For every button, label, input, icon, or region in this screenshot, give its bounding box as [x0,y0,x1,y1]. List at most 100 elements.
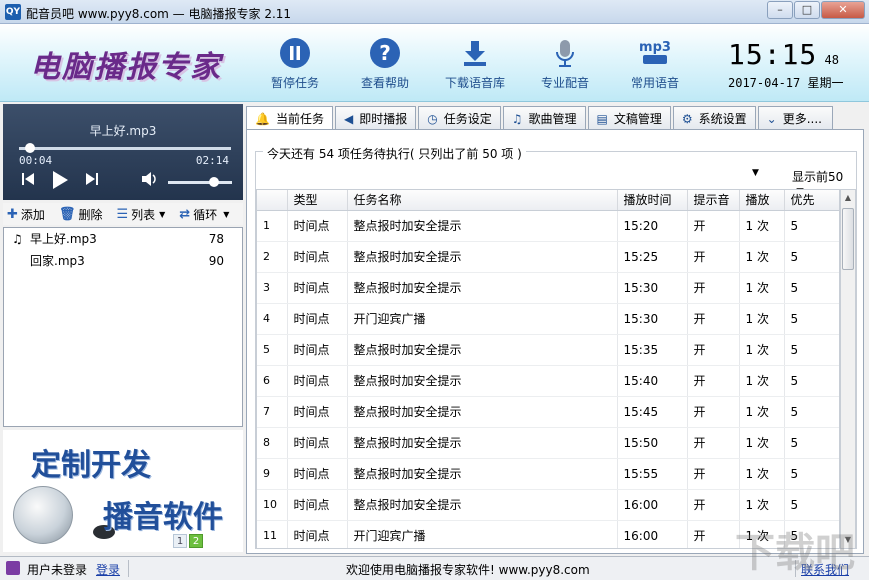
task-chime: 开 [687,489,740,521]
column-header[interactable]: 提示音 [687,190,740,211]
table-row[interactable]: 4 时间点 开门迎宾广播 15:30 开 1 次5 [257,303,839,335]
tab-bar: 🔔 当前任务 ◀ 即时播报 ◷ 任务设定 ♫ 歌曲管理 ▤ 文稿管理 ⚙ 系统设置 ⌄ 更多.… [246,106,835,131]
task-play-time: 15:30 [617,303,688,335]
progress-bar[interactable] [19,143,231,153]
tab-task-settings[interactable]: ◷ 任务设定 [418,106,501,130]
common-voice-button[interactable]: mp3 常用语音 [610,36,700,91]
tab-document-management[interactable]: ▤ 文稿管理 [587,106,671,130]
tab-song-management[interactable]: ♫ 歌曲管理 [502,106,586,130]
task-type: 时间点 [287,365,348,397]
task-index: 5 [257,334,288,366]
column-header[interactable]: 播放时间 [617,190,688,211]
mp3-icon-text: mp3 [639,40,671,55]
minimize-button[interactable]: – [767,1,793,19]
window-controls: – □ ✕ [766,1,865,19]
list-button[interactable]: ☰ 列表 ▼ [116,206,165,223]
view-help-label: 查看帮助 [360,76,409,90]
task-play-count: 1 次 [739,365,785,397]
task-chime: 开 [687,458,740,490]
restore-button[interactable]: □ [794,1,820,19]
task-index: 8 [257,427,288,459]
task-type: 时间点 [287,210,348,242]
task-play-count: 1 次 [739,272,785,304]
table-row[interactable]: 5 时间点 整点报时加安全提示 15:35 开 1 次5 [257,334,839,366]
task-play-time: 16:00 [617,489,688,521]
task-priority: 5 [784,427,839,459]
loop-button[interactable]: ⇄ 循环 ▼ [179,206,229,223]
tab-label: 任务设定 [443,111,492,126]
promo-page-2[interactable]: 2 [189,534,203,548]
column-header[interactable] [257,190,288,211]
close-button[interactable]: ✕ [821,1,865,19]
playlist-item[interactable]: 回家.mp3 90 [4,250,242,272]
pro-dubbing-button[interactable]: 专业配音 [520,36,610,91]
scroll-thumb[interactable] [842,208,854,270]
delete-button[interactable]: 🗑 删除 [59,206,103,223]
table-row[interactable]: 10 时间点 整点报时加安全提示 16:00 开 1 次5 [257,489,839,521]
task-name: 整点报时加安全提示 [347,272,618,304]
task-play-count: 1 次 [739,303,785,335]
column-header[interactable]: 优先 [784,190,839,211]
pause-icon [278,36,312,70]
trash-icon: 🗑 [58,206,76,222]
table-row[interactable]: 8 时间点 整点报时加安全提示 15:50 开 1 次5 [257,427,839,459]
loop-icon: ⇄ [179,206,191,222]
filter-dropdown-icon[interactable]: ▼ [752,168,759,178]
previous-icon[interactable] [21,172,35,190]
promo-page-1[interactable]: 1 [173,534,187,548]
download-voice-button[interactable]: 下载语音库 [430,36,520,91]
tab-more[interactable]: ⌄ 更多.... [757,106,833,130]
table-row[interactable]: 7 时间点 整点报时加安全提示 15:45 开 1 次5 [257,396,839,428]
music-note-icon: ♫ [12,232,23,246]
task-name: 开门迎宾广播 [347,520,618,548]
welcome-message: 欢迎使用电脑播报专家软件! www.pyy8.com [346,563,590,577]
task-priority: 5 [784,241,839,273]
task-chime: 开 [687,334,740,366]
next-icon[interactable] [85,172,99,190]
tab-instant-broadcast[interactable]: ◀ 即时播报 [334,106,417,130]
tab-current-tasks[interactable]: 🔔 当前任务 [246,106,333,131]
table-row[interactable]: 6 时间点 整点报时加安全提示 15:40 开 1 次5 [257,365,839,397]
task-priority: 5 [784,210,839,242]
task-type: 时间点 [287,396,348,428]
tab-system-settings[interactable]: ⚙ 系统设置 [672,106,756,130]
task-filter[interactable]: ▼ 显示前50项 [256,166,854,201]
app-logo: 电脑播报专家 [30,50,222,85]
task-play-count: 1 次 [739,241,785,273]
playlist-item[interactable]: ♫ 早上好.mp3 78 [4,228,242,250]
table-row[interactable]: 3 时间点 整点报时加安全提示 15:30 开 1 次5 [257,272,839,304]
task-summary: 今天还有 54 项任务待执行( 只列出了前 50 项 ) [263,145,526,162]
column-header[interactable]: 播放 [739,190,785,211]
table-row[interactable]: 1 时间点 整点报时加安全提示 15:20 开 1 次5 [257,210,839,242]
task-name: 开门迎宾广播 [347,303,618,335]
loop-dropdown-icon[interactable]: ▼ [223,210,229,219]
pause-task-button[interactable]: 暂停任务 [250,36,340,91]
clock-seconds: 48 [824,53,839,67]
list-dropdown-icon[interactable]: ▼ [159,210,165,219]
task-play-time: 15:40 [617,365,688,397]
view-help-button[interactable]: ? 查看帮助 [340,36,430,91]
list-label: 列表 [131,207,156,222]
column-header[interactable]: 任务名称 [347,190,618,211]
column-header[interactable]: 类型 [287,190,348,211]
add-button[interactable]: ✚ 添加 [7,206,45,223]
task-play-time: 15:20 [617,210,688,242]
task-chime: 开 [687,241,740,273]
volume-knob[interactable] [208,177,219,187]
promo-banner[interactable]: 定制开发 播音软件 1 2 [3,430,243,552]
login-link[interactable]: 登录 [96,561,120,578]
volume-icon[interactable] [141,172,159,190]
table-row[interactable]: 9 时间点 整点报时加安全提示 15:55 开 1 次5 [257,458,839,490]
table-row[interactable]: 2 时间点 整点报时加安全提示 15:25 开 1 次5 [257,241,839,273]
volume-slider[interactable] [168,177,232,187]
play-icon[interactable] [51,170,69,194]
table-scrollbar[interactable]: ▲ ▼ [840,189,856,549]
pro-dubbing-label: 专业配音 [540,76,589,90]
svg-text:?: ? [379,41,391,65]
audio-player: 早上好.mp3 00:04 02:14 [3,104,243,200]
scroll-up-icon[interactable]: ▲ [841,190,855,206]
status-divider [128,560,129,577]
promo-line2: 播音软件 [103,500,223,535]
progress-knob[interactable] [25,143,36,153]
pause-task-label: 暂停任务 [270,76,319,90]
